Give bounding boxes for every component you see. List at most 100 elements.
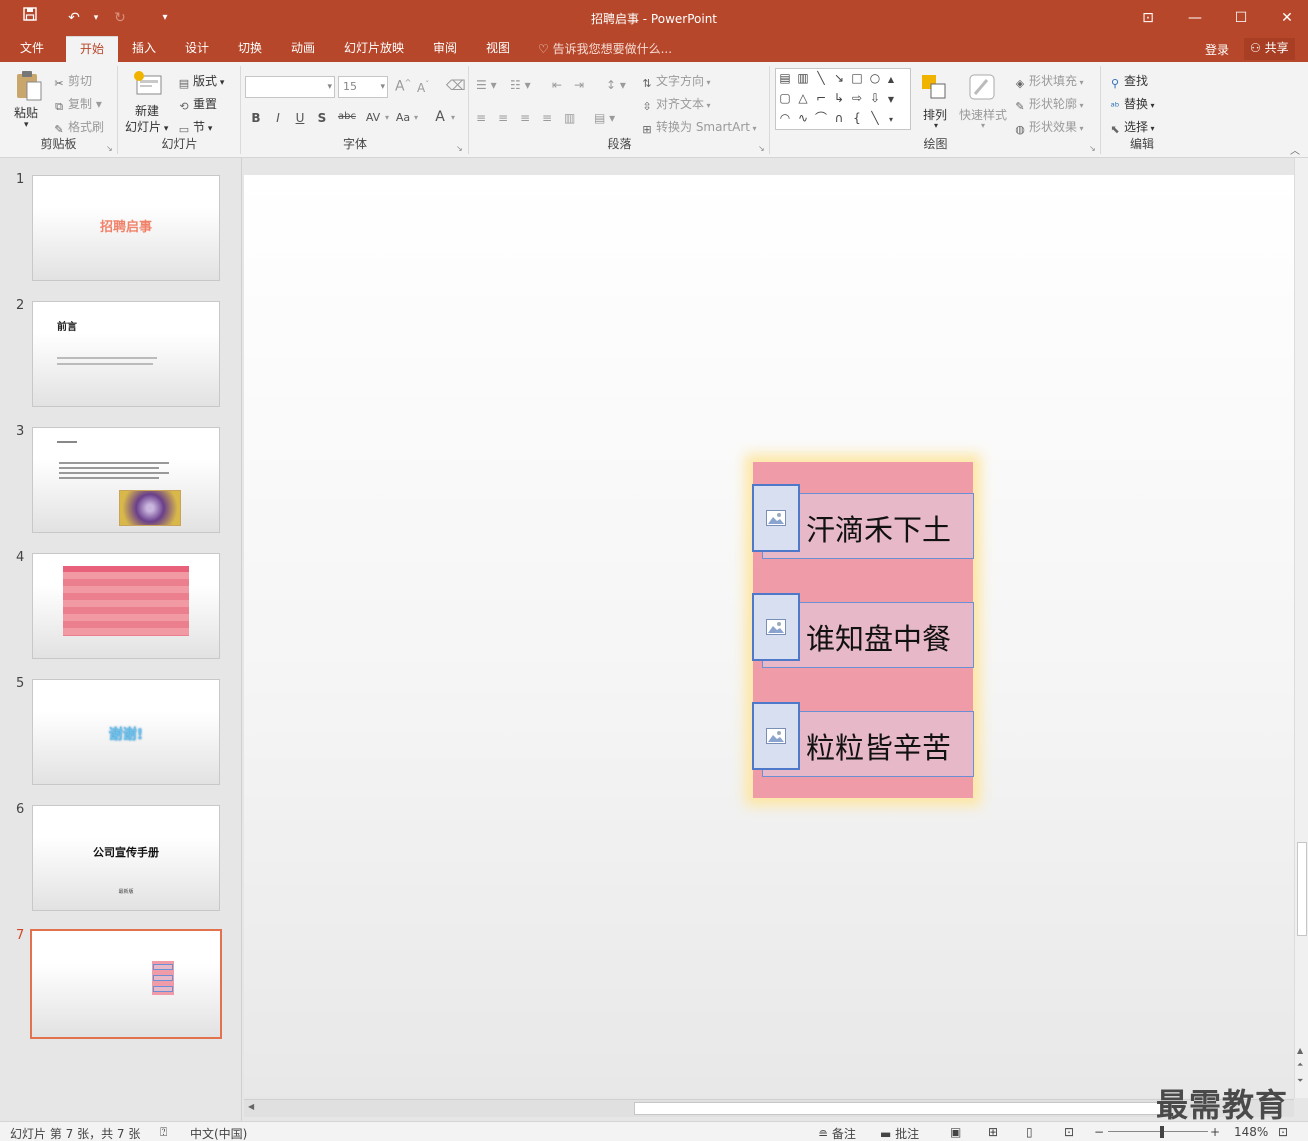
drawing-launcher-icon[interactable]: ↘ — [1089, 144, 1096, 153]
reading-view-icon[interactable]: ▯ — [1026, 1125, 1033, 1139]
line-spacing-icon[interactable]: ↕ ▾ — [606, 78, 626, 92]
smartart-text-2[interactable]: 谁知盘中餐 — [806, 616, 951, 658]
tab-file[interactable]: 文件 — [10, 36, 54, 62]
align-left-icon[interactable]: ≡ — [476, 111, 486, 125]
tab-slideshow[interactable]: 幻灯片放映 — [334, 36, 414, 62]
slide-thumbnail-5[interactable]: 谢谢! — [32, 679, 220, 785]
curve-shape-icon[interactable]: ∩ — [830, 109, 848, 127]
previous-slide-icon[interactable]: ⏶ — [1297, 1060, 1303, 1070]
shrink-font-icon[interactable]: Aˇ — [417, 80, 429, 95]
rounded-rect-shape-icon[interactable]: ▢ — [776, 89, 794, 107]
zoom-slider-thumb[interactable] — [1160, 1126, 1164, 1138]
find-button[interactable]: ⚲ 查找 — [1108, 72, 1148, 91]
oval-shape-icon[interactable]: ○ — [866, 69, 884, 87]
undo-dropdown-icon[interactable]: ▾ — [84, 6, 108, 30]
case-dropdown-icon[interactable]: ▾ — [414, 113, 418, 122]
scroll-left-icon[interactable]: ◀ — [248, 1102, 254, 1111]
maximize-icon[interactable]: ☐ — [1221, 4, 1261, 32]
slide-thumbnail-2[interactable]: 前言 — [32, 301, 220, 407]
slideshow-icon[interactable]: ⊡ — [1064, 1125, 1074, 1139]
character-spacing-button[interactable]: AV — [362, 111, 384, 124]
tab-home[interactable]: 开始 — [66, 36, 118, 62]
bullets-icon[interactable]: ☰ ▾ — [476, 78, 497, 92]
shape-fill-button[interactable]: ◈ 形状填充 ▾ — [1013, 72, 1084, 91]
horizontal-scrollbar[interactable]: ◀ — [244, 1099, 1294, 1117]
numbering-icon[interactable]: ☷ ▾ — [510, 78, 531, 92]
quick-styles-dropdown-icon[interactable]: ▾ — [981, 121, 985, 130]
shadow-button[interactable]: S — [314, 111, 330, 125]
horizontal-scroll-thumb[interactable] — [634, 1102, 1164, 1115]
grow-font-icon[interactable]: A^ — [395, 78, 411, 95]
tab-design[interactable]: 设计 — [175, 36, 219, 62]
font-launcher-icon[interactable]: ↘ — [456, 144, 463, 153]
tab-view[interactable]: 视图 — [476, 36, 520, 62]
undo-icon[interactable]: ↶ — [62, 6, 86, 30]
gallery-more-icon[interactable]: ▾ — [884, 111, 898, 129]
close-icon[interactable]: ✕ — [1267, 4, 1307, 32]
clipboard-launcher-icon[interactable]: ↘ — [106, 144, 113, 153]
brace-shape-icon[interactable]: { — [848, 109, 866, 127]
align-center-icon[interactable]: ≡ — [498, 111, 508, 125]
line-shape-icon[interactable]: ╲ — [812, 69, 830, 87]
share-button[interactable]: ⚇ 共享 — [1244, 38, 1295, 60]
increase-indent-icon[interactable]: ⇥ — [574, 78, 584, 92]
slide-thumbnail-6[interactable]: 公司宣传手册 最新版 — [32, 805, 220, 911]
save-icon[interactable] — [18, 6, 42, 30]
smartart-text-1[interactable]: 汗滴禾下土 — [806, 507, 951, 549]
normal-view-icon[interactable]: ▣ — [950, 1125, 961, 1139]
elbow-arrow-shape-icon[interactable]: ↳ — [830, 89, 848, 107]
zoom-slider[interactable] — [1108, 1131, 1208, 1132]
vertical-scrollbar[interactable]: ▲ ⏶ ⏷ — [1294, 158, 1308, 1098]
tab-transitions[interactable]: 切换 — [228, 36, 272, 62]
gallery-scroll-up-icon[interactable]: ▲ — [884, 71, 898, 89]
down-arrow-shape-icon[interactable]: ⇩ — [866, 89, 884, 107]
rectangle-shape-icon[interactable]: □ — [848, 69, 866, 87]
smartart-picture-placeholder-1[interactable] — [752, 484, 800, 552]
tell-me-box[interactable]: ♡ 告诉我您想要做什么... — [538, 40, 672, 57]
columns-icon[interactable]: ▤ ▾ — [594, 111, 615, 125]
zoom-out-icon[interactable]: − — [1094, 1125, 1104, 1139]
comments-button[interactable]: ▬ 批注 — [880, 1125, 919, 1141]
paste-icon[interactable] — [14, 70, 46, 102]
tab-review[interactable]: 审阅 — [423, 36, 467, 62]
italic-button[interactable]: I — [270, 111, 286, 125]
new-slide-button[interactable]: 幻灯片 ▾ — [125, 118, 168, 135]
tab-animations[interactable]: 动画 — [281, 36, 325, 62]
slide-sorter-icon[interactable]: ⊞ — [988, 1125, 998, 1139]
bold-button[interactable]: B — [248, 111, 264, 125]
elbow-connector-shape-icon[interactable]: ⌐ — [812, 89, 830, 107]
sign-in-link[interactable]: 登录 — [1205, 41, 1229, 58]
zoom-level[interactable]: 148% — [1234, 1125, 1268, 1139]
slide-thumbnail-7[interactable] — [30, 929, 222, 1039]
scroll-up-icon[interactable]: ▲ — [1297, 1046, 1303, 1055]
vertical-scroll-thumb[interactable] — [1297, 842, 1307, 936]
font-color-dropdown-icon[interactable]: ▾ — [451, 113, 455, 122]
justify-icon[interactable]: ≡ — [542, 111, 552, 125]
shapes-gallery[interactable]: ▤ ▥ ╲ ↘ □ ○ ▲ ▢ △ ⌐ ↳ ⇨ ⇩ ▼ ◠ ∿ ⌒ ∩{╲ ▾ — [775, 68, 911, 130]
smartart-picture-placeholder-2[interactable] — [752, 593, 800, 661]
language-indicator[interactable]: 中文(中国) — [190, 1125, 247, 1141]
reset-button[interactable]: ⟲ 重置 — [177, 95, 217, 114]
font-size-combo[interactable]: 15 ▾ — [338, 76, 388, 98]
triangle-shape-icon[interactable]: △ — [794, 89, 812, 107]
paste-dropdown-icon[interactable]: ▾ — [24, 120, 29, 130]
align-text-button[interactable]: ⇳ 对齐文本 ▾ — [640, 95, 710, 114]
paragraph-launcher-icon[interactable]: ↘ — [758, 144, 765, 153]
right-arrow-shape-icon[interactable]: ⇨ — [848, 89, 866, 107]
cut-button[interactable]: ✂ 剪切 — [52, 72, 92, 91]
new-slide-line1[interactable]: 新建 — [135, 102, 159, 119]
align-right-icon[interactable]: ≡ — [520, 111, 530, 125]
paste-button[interactable]: 粘贴 — [14, 104, 38, 121]
layout-button[interactable]: ▤ 版式 ▾ — [177, 72, 225, 91]
copy-button[interactable]: ⧉ 复制 ▾ — [52, 95, 102, 114]
slide-thumbnail-1[interactable]: 招聘启事 — [32, 175, 220, 281]
font-family-combo[interactable]: ▾ — [245, 76, 335, 98]
freeform-shape-icon[interactable]: ∿ — [794, 109, 812, 127]
callout-shape-icon[interactable]: ◠ — [776, 109, 794, 127]
text-direction-button[interactable]: ⇅ 文字方向 ▾ — [640, 72, 710, 91]
clear-formatting-icon[interactable]: ⌫ — [446, 78, 466, 94]
replace-button[interactable]: ᵃᵇ 替换 ▾ — [1108, 95, 1154, 114]
shape-outline-button[interactable]: ✎ 形状轮廓 ▾ — [1013, 95, 1083, 114]
strikethrough-button[interactable]: abc — [336, 111, 358, 122]
ribbon-display-options-icon[interactable]: ⊡ — [1128, 4, 1168, 32]
